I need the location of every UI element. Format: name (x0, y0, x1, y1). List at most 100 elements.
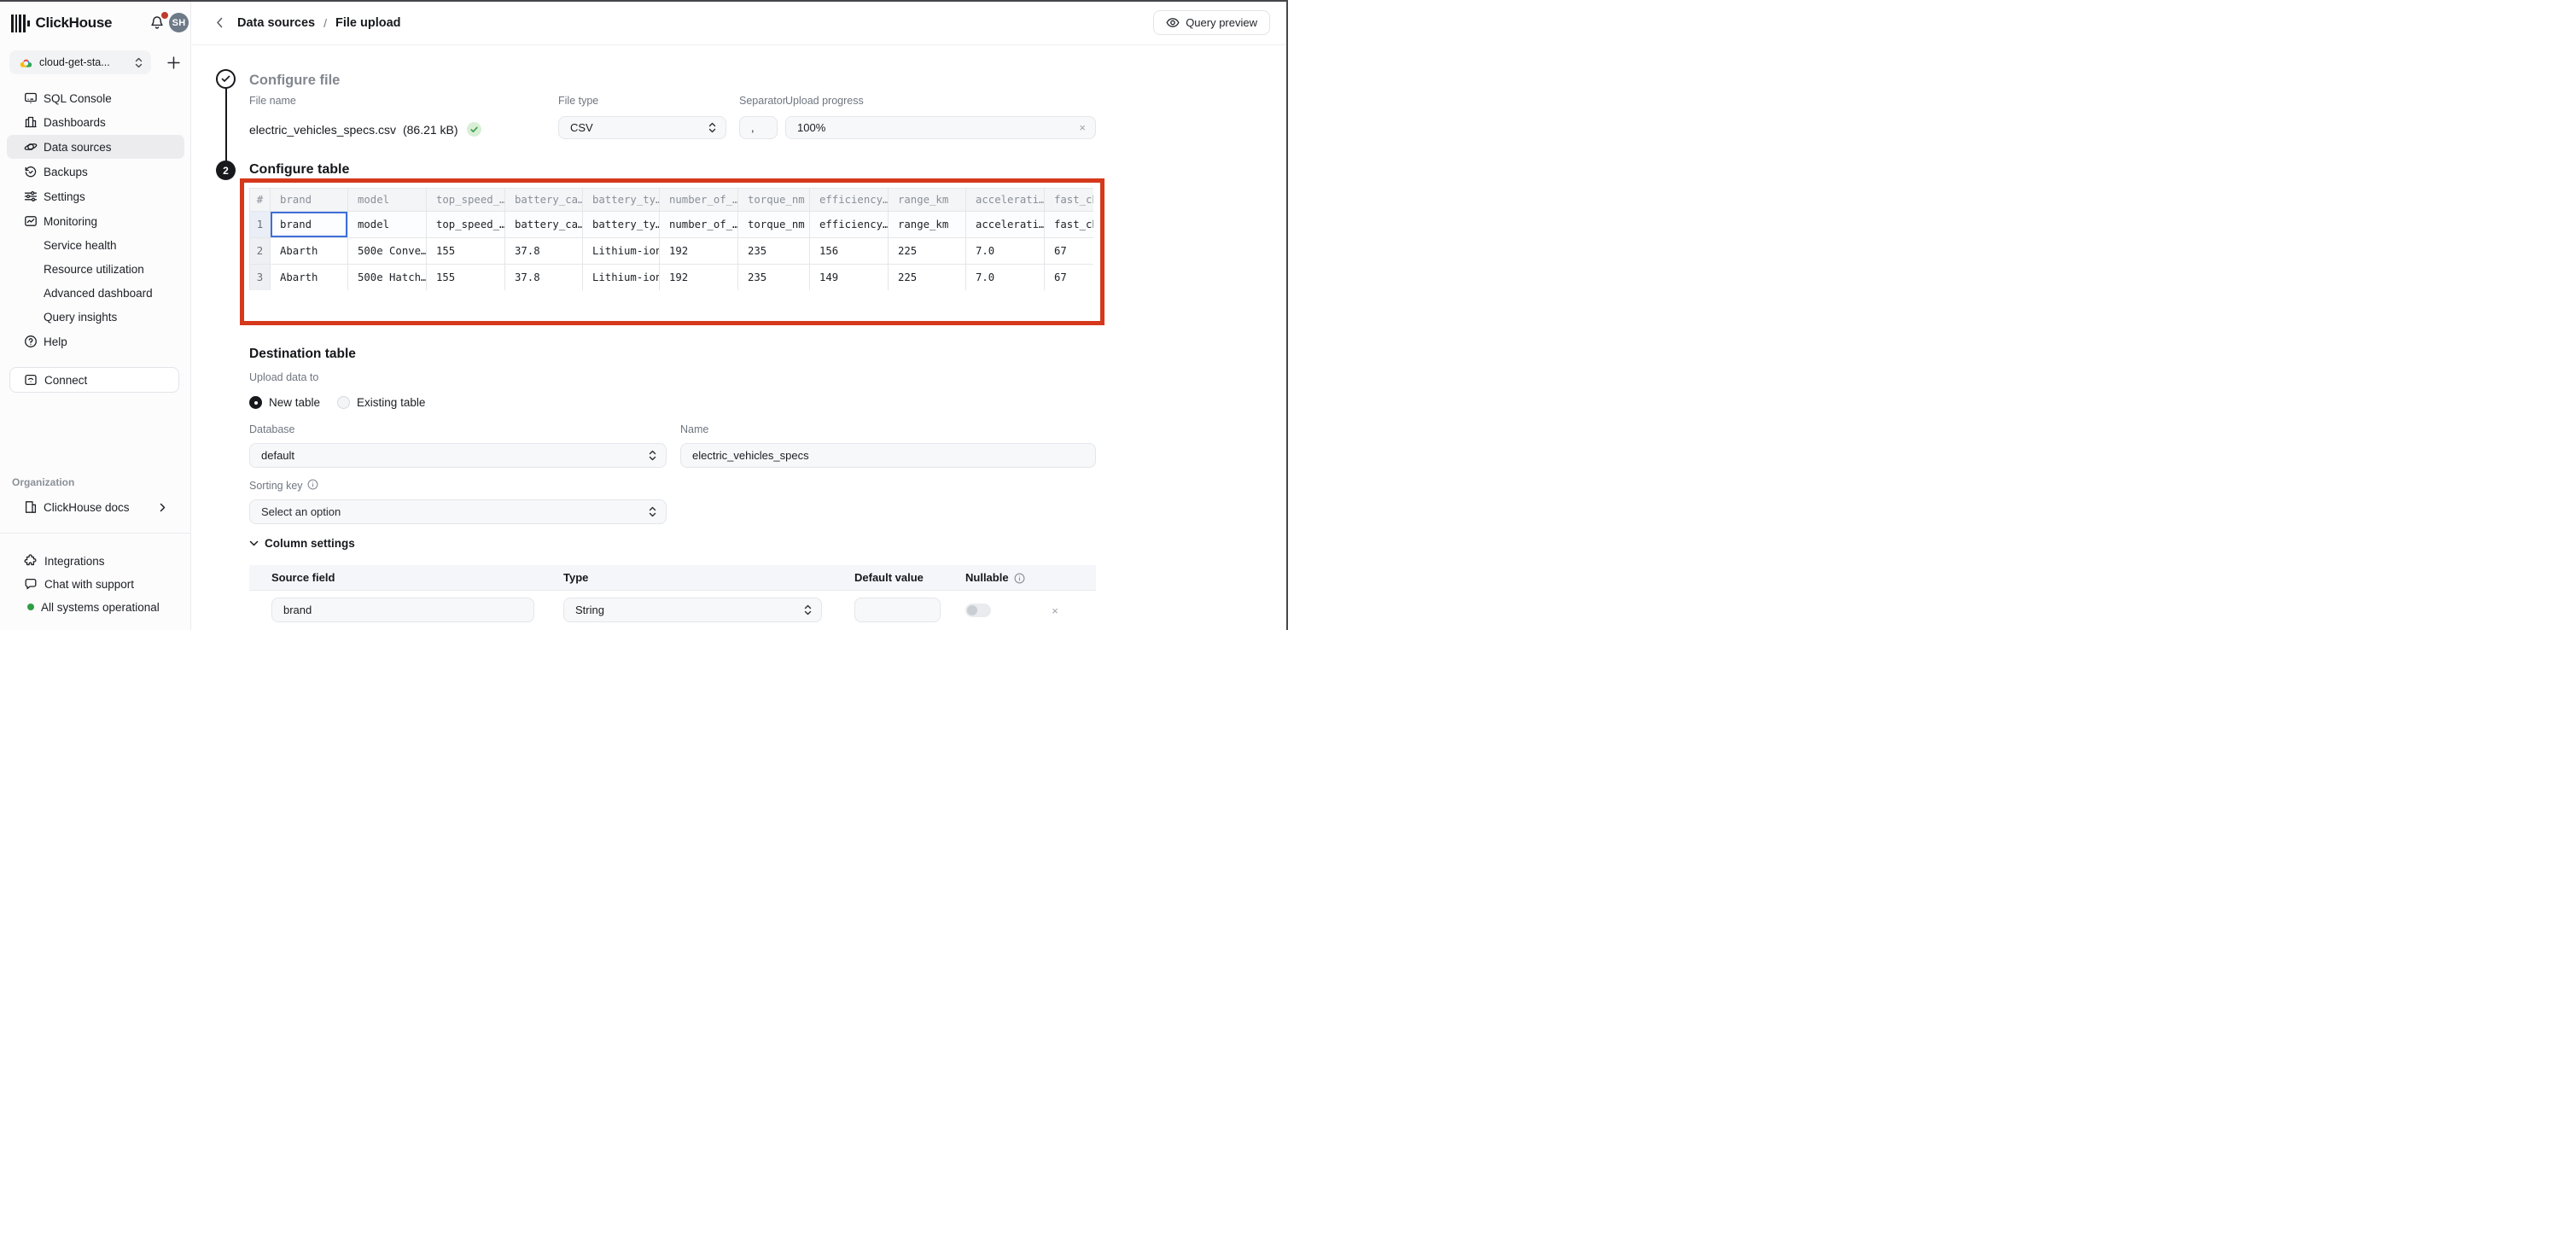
focused-cell[interactable]: brand (271, 212, 348, 238)
upload-progress-value: 100% (797, 121, 1079, 134)
sidebar-item-clickhouse-docs[interactable]: ClickHouse docs (7, 495, 184, 519)
existing-table-label: Existing table (357, 396, 425, 409)
info-icon[interactable] (1014, 573, 1025, 584)
source-field-header: Source field (271, 571, 335, 584)
sidebar-item-integrations[interactable]: Integrations (7, 549, 184, 573)
status-green-dot (27, 604, 34, 610)
sidebar-divider (0, 533, 190, 534)
separator-label: Separator (739, 95, 786, 107)
upload-data-to-label: Upload data to (249, 371, 318, 383)
data-preview-table-wrap: # brand model top_speed_… battery_ca… ba… (249, 188, 1093, 290)
help-icon (24, 335, 38, 348)
separator-value: , (751, 121, 767, 134)
column-settings-header-row: Source field Type Default value Nullable (249, 565, 1096, 591)
service-selector[interactable]: cloud-get-sta... (9, 50, 151, 74)
file-size-value: (86.21 kB) (403, 123, 458, 137)
sidebar-item-query-insights[interactable]: Query insights (7, 305, 184, 329)
configure-table-title: Configure table (249, 162, 349, 178)
upload-progress-input[interactable]: 100% × (785, 116, 1096, 139)
sidebar-item-sql-console[interactable]: SQL Console (7, 86, 184, 110)
sorting-key-value: Select an option (261, 505, 649, 518)
database-value: default (261, 449, 649, 462)
step-1-complete-indicator (216, 69, 236, 89)
info-icon[interactable] (307, 479, 318, 490)
chevron-right-icon (160, 503, 166, 512)
sidebar-item-dashboards[interactable]: Dashboards (7, 110, 184, 134)
clear-upload-icon[interactable]: × (1079, 121, 1086, 134)
file-type-value: CSV (570, 121, 708, 134)
sidebar-item-backups[interactable]: Backups (7, 160, 184, 184)
top-bar: Data sources / File upload Query preview (192, 0, 1288, 45)
column-type-value: String (575, 604, 804, 616)
table-name-label: Name (680, 423, 708, 435)
notifications-bell-icon[interactable] (149, 15, 166, 32)
sidebar-item-data-sources[interactable]: Data sources (7, 135, 184, 159)
sidebar-item-help[interactable]: Help (7, 330, 184, 353)
new-table-radio[interactable] (249, 396, 262, 409)
sidebar-item-resource-utilization[interactable]: Resource utilization (7, 257, 184, 281)
connect-icon (24, 373, 38, 387)
sorting-key-select[interactable]: Select an option (249, 499, 667, 524)
integrations-puzzle-icon (24, 554, 38, 568)
source-field-value: brand (283, 604, 524, 616)
file-name-row: electric_vehicles_specs.csv (86.21 kB) (249, 122, 481, 137)
back-chevron-icon[interactable] (213, 16, 226, 30)
clickhouse-logo-icon[interactable] (11, 15, 30, 32)
breadcrumb-separator: / (323, 16, 327, 30)
backups-icon (24, 165, 38, 178)
data-preview-table: # brand model top_speed_… battery_ca… ba… (249, 188, 1093, 290)
preview-header-row: # brand model top_speed_… battery_ca… ba… (250, 189, 1094, 212)
upload-target-radios: New table Existing table (249, 396, 442, 409)
file-type-select[interactable]: CSV (558, 116, 726, 139)
table-name-input[interactable]: electric_vehicles_specs (680, 443, 1096, 468)
preview-row-3: 3 Abarth 500e Hatch… 155 37.8 Lithium-io… (250, 265, 1094, 291)
sidebar-item-chat-support[interactable]: Chat with support (7, 572, 184, 596)
docs-building-icon (24, 500, 38, 514)
step-connector-line (225, 88, 228, 161)
remove-column-icon[interactable]: × (1048, 604, 1062, 617)
chevron-updown-icon (649, 506, 656, 517)
destination-table-title: Destination table (249, 347, 356, 362)
breadcrumb-parent[interactable]: Data sources (237, 16, 315, 30)
file-valid-check-badge (467, 122, 481, 137)
column-settings-toggle[interactable]: Column settings (249, 537, 355, 550)
default-value-input[interactable] (854, 598, 941, 622)
system-status[interactable]: All systems operational (7, 595, 184, 619)
data-sources-icon (24, 140, 38, 154)
default-value-header: Default value (854, 571, 924, 584)
sidebar-item-service-health[interactable]: Service health (7, 233, 184, 257)
database-label: Database (249, 423, 295, 435)
type-header: Type (563, 571, 588, 584)
connect-button[interactable]: Connect (9, 367, 179, 393)
source-field-input[interactable]: brand (271, 598, 534, 622)
toggle-knob (967, 605, 977, 615)
column-type-select[interactable]: String (563, 598, 822, 622)
file-type-label: File type (558, 95, 598, 107)
nullable-toggle[interactable] (965, 604, 991, 617)
existing-table-radio[interactable] (337, 396, 350, 409)
notification-dot (161, 12, 168, 19)
monitoring-icon (24, 214, 38, 228)
logo-text[interactable]: ClickHouse (36, 15, 113, 32)
query-preview-button[interactable]: Query preview (1153, 10, 1270, 35)
check-icon (221, 75, 230, 83)
database-select[interactable]: default (249, 443, 667, 468)
sidebar-item-advanced-dashboard[interactable]: Advanced dashboard (7, 281, 184, 305)
preview-row-2: 2 Abarth 500e Conve… 155 37.8 Lithium-io… (250, 238, 1094, 265)
chevron-updown-icon (135, 57, 143, 68)
separator-input[interactable]: , (739, 116, 778, 139)
sidebar-item-settings[interactable]: Settings (7, 184, 184, 208)
file-name-value: electric_vehicles_specs.csv (249, 123, 396, 137)
sorting-key-label: Sorting key (249, 480, 303, 492)
step-2-indicator: 2 (216, 160, 236, 180)
sql-console-icon (24, 91, 38, 105)
logo-row: ClickHouse SH (11, 12, 180, 34)
chevron-updown-icon (708, 122, 716, 133)
add-service-button[interactable] (163, 52, 184, 73)
new-table-label: New table (269, 396, 320, 409)
chevron-down-icon (249, 540, 259, 546)
service-selector-row: cloud-get-sta... (9, 50, 182, 74)
avatar[interactable]: SH (169, 13, 189, 32)
check-icon (470, 126, 478, 133)
sidebar-item-monitoring[interactable]: Monitoring (7, 209, 184, 233)
